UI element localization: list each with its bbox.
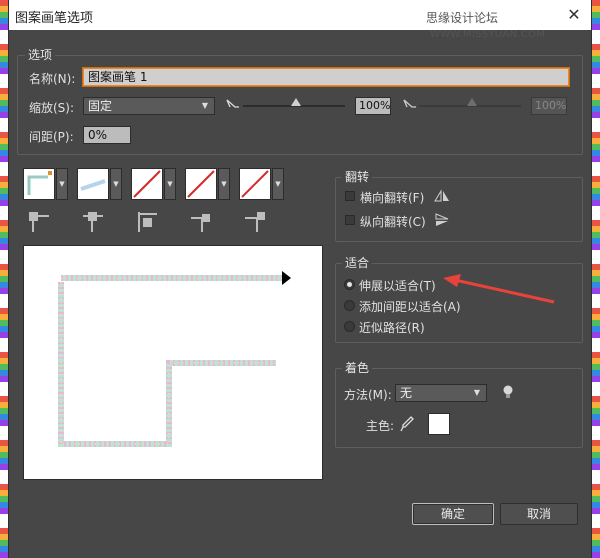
ok-button[interactable]: 确定: [412, 503, 494, 525]
scale-slider-1-thumb[interactable]: [291, 98, 301, 106]
brush-preview-path: [58, 271, 291, 447]
key-color-swatch[interactable]: [428, 413, 450, 435]
scale-select[interactable]: 固定 ▼: [83, 97, 215, 115]
scale-select-value: 固定: [88, 99, 113, 113]
side-tile-dropdown[interactable]: ▼: [56, 168, 68, 200]
fit-radio-approximate[interactable]: [344, 321, 355, 332]
title-bar: 图案画笔选项 思缘设计论坛 WWW.MISSYUAN.COM ✕: [9, 0, 591, 40]
start-tile-type-icon: [191, 214, 210, 232]
method-select[interactable]: 无 ▼: [395, 384, 487, 402]
options-group-title: 选项: [25, 46, 56, 63]
method-label: 方法(M):: [344, 388, 392, 402]
scale-percent-1[interactable]: 100%: [355, 97, 391, 115]
watermark-text: 思缘设计论坛: [426, 11, 499, 25]
annotation-arrow: [443, 274, 555, 304]
flip-horizontal-checkbox[interactable]: [345, 191, 355, 201]
fit-option-stretch[interactable]: 伸展以适合(T): [359, 277, 436, 294]
eyedropper-icon[interactable]: [400, 416, 414, 432]
start-tile-dropdown[interactable]: ▼: [218, 168, 230, 200]
side-tile[interactable]: [23, 168, 55, 200]
side-tile-preview: [27, 171, 52, 195]
end-tile-dropdown[interactable]: ▼: [272, 168, 284, 200]
no-pattern-icon-2: [187, 170, 215, 198]
end-tile-type-icon: [245, 212, 265, 232]
chevron-down-icon-2: ▼: [473, 388, 481, 397]
flip-group-title: 翻转: [342, 168, 373, 185]
outer-corner-tile-preview: [80, 179, 106, 191]
flip-vertical-checkbox[interactable]: [345, 215, 355, 225]
fit-radio-stretch[interactable]: [344, 279, 355, 290]
fit-radio-add-space[interactable]: [344, 300, 355, 311]
scale-percent-2: 100%: [531, 97, 567, 115]
brush-preview: [23, 245, 323, 480]
spacing-field[interactable]: 0%: [83, 126, 131, 144]
name-field[interactable]: 图案画笔 1: [83, 68, 569, 86]
inner-corner-type-icon: [138, 212, 157, 232]
scale-label: 缩放(S):: [29, 101, 75, 115]
no-pattern-icon: [133, 170, 161, 198]
pen-scale-icon: [226, 99, 239, 108]
flip-horizontal-label[interactable]: 横向翻转(F): [360, 189, 424, 206]
side-tile-type-icon: [29, 212, 49, 232]
close-button[interactable]: ✕: [563, 4, 585, 26]
start-tile[interactable]: [185, 168, 217, 200]
end-tile[interactable]: [239, 168, 271, 200]
colorization-group-title: 着色: [342, 359, 373, 376]
outer-corner-tile[interactable]: [77, 168, 109, 200]
inner-corner-tile-dropdown[interactable]: ▼: [164, 168, 176, 200]
inner-corner-tile[interactable]: [131, 168, 163, 200]
fit-option-approximate[interactable]: 近似路径(R): [359, 319, 425, 336]
chevron-down-icon: ▼: [201, 101, 209, 110]
flip-vertical-icon: [435, 213, 449, 226]
scale-slider-2-thumb: [467, 98, 477, 106]
flip-vertical-label[interactable]: 纵向翻转(C): [360, 213, 426, 230]
key-color-label: 主色:: [366, 419, 395, 433]
cancel-button[interactable]: 取消: [500, 503, 578, 525]
no-pattern-icon-3: [241, 170, 269, 198]
spacing-label: 间距(P):: [29, 130, 74, 144]
watermark-site: WWW.MISSYUAN.COM: [430, 29, 546, 40]
close-icon: ✕: [567, 5, 581, 24]
name-label: 名称(N):: [29, 72, 76, 86]
outer-corner-type-icon: [83, 212, 103, 232]
method-select-value: 无: [400, 386, 413, 400]
fit-group-title: 适合: [342, 254, 373, 271]
lightbulb-icon[interactable]: [502, 384, 514, 400]
pattern-brush-options-dialog: 图案画笔选项 思缘设计论坛 WWW.MISSYUAN.COM ✕ 选项 名称(N)…: [8, 0, 592, 558]
flip-group: [335, 177, 583, 242]
flip-horizontal-icon: [434, 189, 449, 202]
dialog-title: 图案画笔选项: [15, 11, 94, 26]
pen-scale-icon-2: [403, 99, 416, 108]
outer-corner-tile-dropdown[interactable]: ▼: [110, 168, 122, 200]
colorization-group: [335, 368, 583, 448]
